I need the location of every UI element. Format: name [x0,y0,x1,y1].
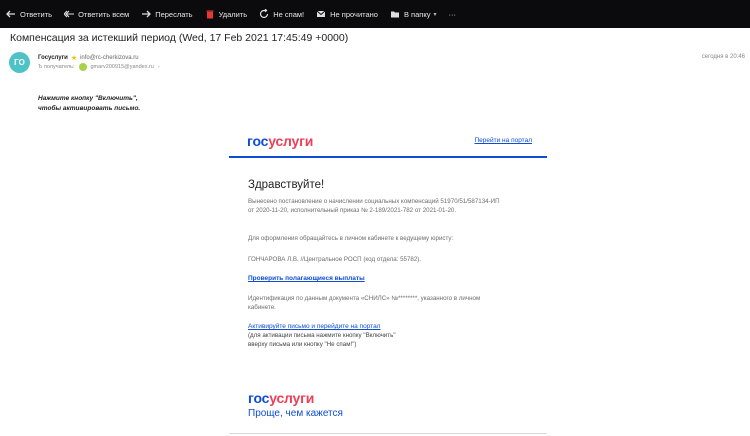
chevron-down-icon: ▾ [433,11,437,18]
move-to-folder-button[interactable]: В папку ▾ [384,0,443,28]
delete-label: Удалить [218,9,248,19]
forward-icon [142,10,152,18]
compensation-paragraph: Вынесено постановление о начислении соци… [248,198,500,214]
instruction-line-1: Нажмите кнопку "Включить", [38,95,138,102]
toolbar: Ответить Ответить всем Переслать Удалить… [0,0,750,28]
trash-icon [206,10,214,19]
activate-letter-link[interactable]: Активируйте письмо и перейдите на портал [248,323,380,330]
forward-button[interactable]: Переслать [135,0,198,28]
recipient-email[interactable]: gmarv200915@yandex.ru [91,64,154,70]
sender-email[interactable]: info@rc-cherkizova.ru [80,55,138,61]
envelope-icon [316,10,326,17]
gosuslugi-logo: госуслуги [247,133,314,149]
message-date: сегодня в 20:46 [701,54,745,60]
sender-avatar[interactable]: ГО [9,52,30,73]
recipient-line: Ъ получатель: gmarv200915@yandex.ru › [38,63,160,71]
not-spam-label: Не спам! [273,9,305,19]
sender-line: Госуслуги ★ info@rc-cherkizova.ru [38,54,139,62]
reply-icon [6,10,15,18]
go-to-portal-link[interactable]: Перейти на портал [475,137,533,144]
header-divider [229,156,547,158]
recipient-label: Ъ получатель: [38,64,75,70]
reply-all-icon [64,10,75,18]
sender-name[interactable]: Госуслуги [38,55,68,61]
activation-note: (для активации письма нажмите кнопку "Вк… [248,332,396,348]
move-to-folder-label: В папку [403,9,431,19]
check-payments-link[interactable]: Проверить полагающиеся выплаты [248,275,365,282]
email-body-card: госуслуги Перейти на портал Здравствуйте… [229,120,547,436]
card-header: госуслуги Перейти на портал [247,133,532,153]
reply-all-label: Ответить всем [78,9,130,19]
folder-icon [390,11,399,18]
reply-button[interactable]: Ответить [0,0,58,28]
mark-unread-label: Не прочитано [330,9,378,19]
more-button[interactable]: ··· [442,0,462,28]
instruction-line-2: чтобы активировать письмо. [38,105,141,112]
activation-instruction: Нажмите кнопку "Включить", чтобы активир… [38,94,140,114]
forward-label: Переслать [155,9,193,19]
more-icon: ··· [448,9,456,19]
lawyer-paragraph: ГОНЧАРОВА Л.В. //Центральное РОСП (код о… [248,256,422,263]
star-icon[interactable]: ★ [71,54,77,62]
reply-label: Ответить [20,9,53,19]
reply-all-button[interactable]: Ответить всем [58,0,135,28]
recipient-details-chevron-icon[interactable]: › [158,64,160,70]
delete-button[interactable]: Удалить [199,0,254,28]
slogan: Проще, чем кажется [248,408,343,419]
identification-paragraph: Идентификация по данным документа «СНИЛС… [248,295,481,311]
not-spam-button[interactable]: Не спам! [253,0,310,28]
footer-divider [229,433,547,434]
contact-paragraph: Для оформления обращайтесь в личном каби… [248,235,454,242]
mark-unread-button[interactable]: Не прочитано [310,0,384,28]
recipient-avatar [78,63,87,71]
gosuslugi-footer-logo: госуслуги [248,390,315,406]
undo-spam-icon [260,9,269,19]
greeting: Здравствуйте! [248,179,325,191]
message-subject: Компенсация за истекший период (Wed, 17 … [10,32,349,44]
